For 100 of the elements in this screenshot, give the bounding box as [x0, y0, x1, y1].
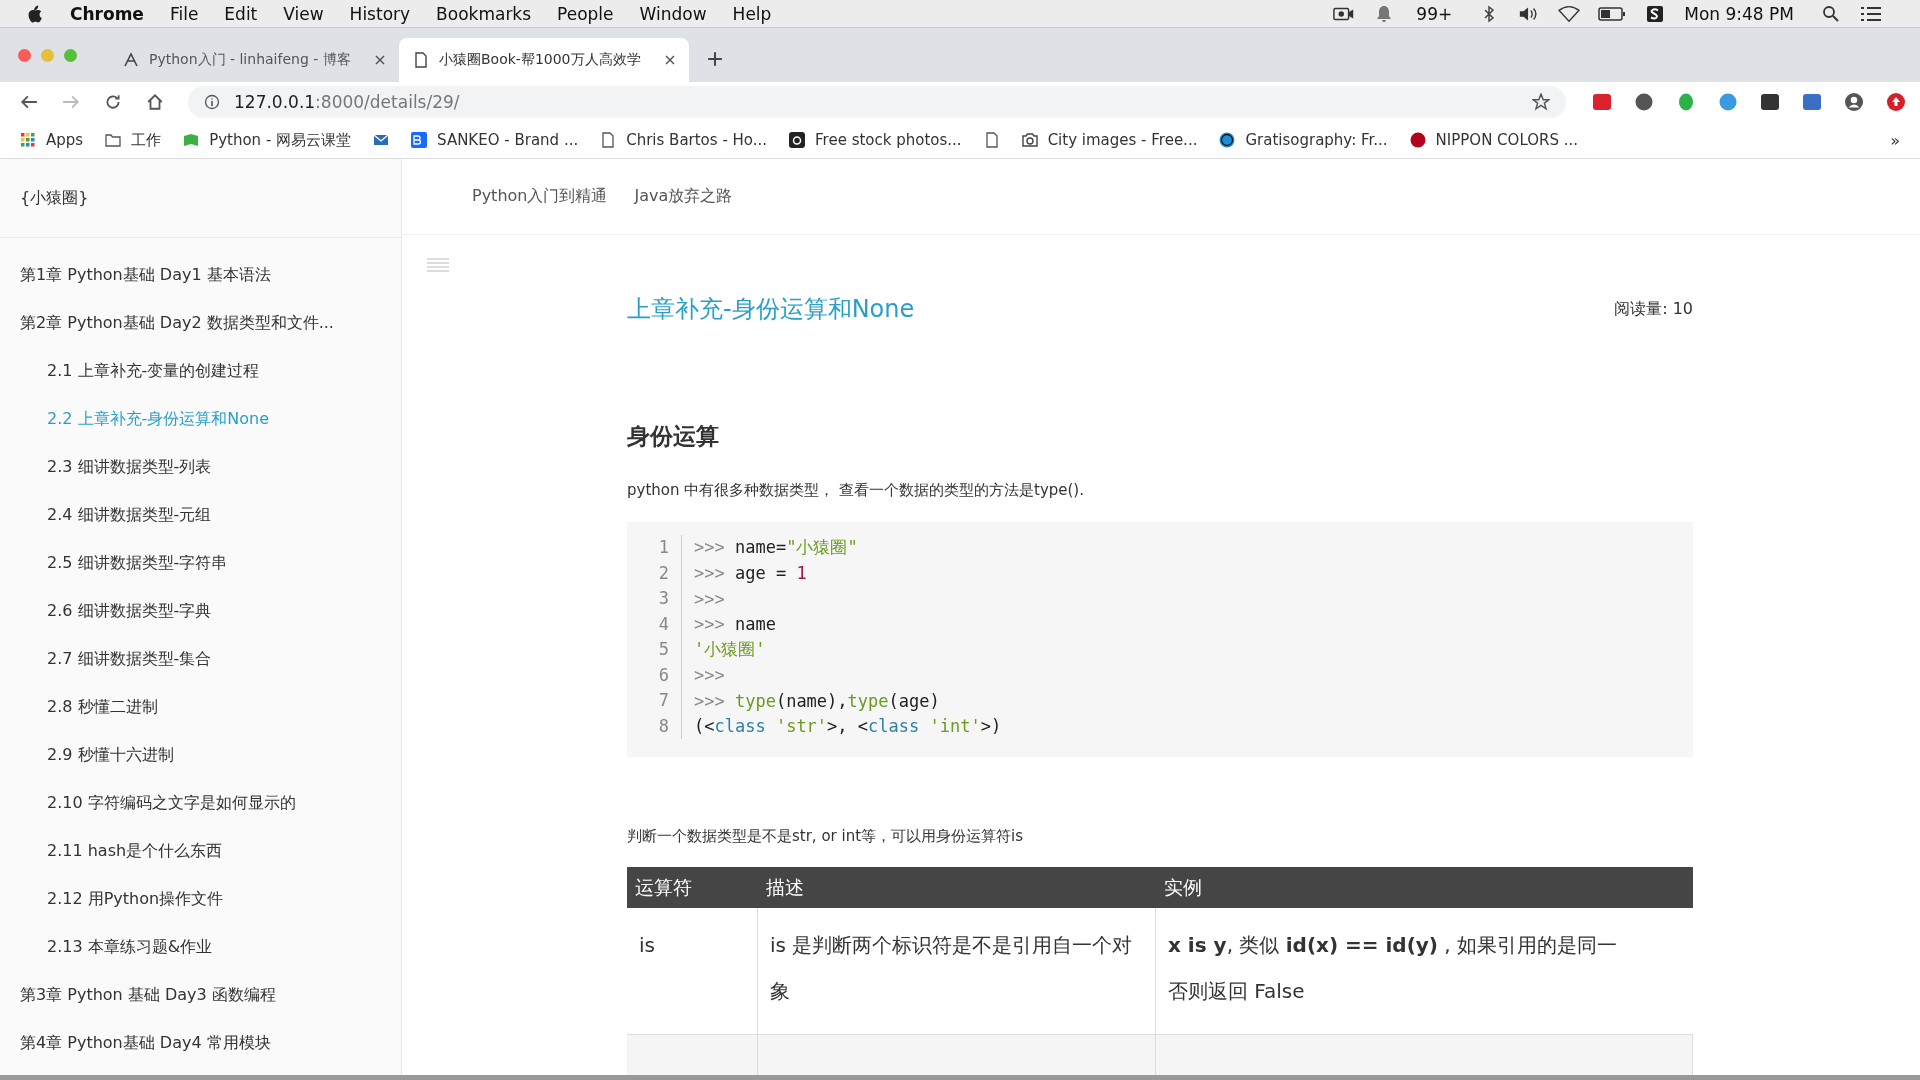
line-number: 2 — [645, 560, 682, 586]
new-tab-icon[interactable] — [707, 51, 723, 67]
star-icon[interactable] — [1532, 93, 1550, 111]
book-icon[interactable] — [183, 132, 200, 148]
menu-item[interactable]: Help — [732, 3, 772, 24]
chapter-link[interactable]: 第3章 Python 基础 Day3 函数编程 — [0, 971, 401, 1019]
section-link[interactable]: 2.8 秒懂二进制 — [0, 683, 401, 731]
line-number: 5 — [645, 637, 682, 663]
section-link[interactable]: 2.7 细讲数据类型-集合 — [0, 635, 401, 683]
section-link[interactable]: 2.6 细讲数据类型-字典 — [0, 587, 401, 635]
extension-icon[interactable] — [1634, 92, 1654, 112]
bookmark-item[interactable]: NIPPON COLORS ... — [1409, 131, 1579, 149]
page-icon[interactable] — [983, 132, 1000, 148]
notification-count: 99+ — [1416, 3, 1453, 24]
menu-item[interactable]: People — [557, 3, 614, 24]
bookmark-item[interactable]: Python - 网易云课堂 — [183, 130, 352, 150]
code-line: (<class 'str'>, <class 'int'>) — [693, 716, 1002, 737]
bookmark-item[interactable]: Free stock photos... — [789, 131, 962, 149]
site-logo[interactable]: {小猿圈} — [0, 159, 401, 238]
clock[interactable]: Mon 9:48 PM — [1684, 3, 1794, 24]
chapter-link[interactable]: 第2章 Python基础 Day2 数据类型和文件... — [0, 299, 401, 347]
apps-grid-icon[interactable] — [20, 132, 36, 148]
info-icon[interactable] — [204, 94, 220, 110]
bookmark-item[interactable]: SANKEO - Brand ... — [411, 131, 579, 149]
section-link[interactable]: 2.13 本章练习题&作业 — [0, 923, 401, 971]
article-title: 上章补充-身份运算和None — [627, 294, 915, 325]
home-icon[interactable] — [146, 93, 164, 111]
browser-tab[interactable]: 小猿圈Book-帮1000万人高效学 — [399, 38, 689, 82]
line-number: 6 — [645, 662, 682, 688]
address-bar[interactable]: 127.0.0.1:8000/details/29/ — [188, 86, 1566, 118]
line-number: 8 — [645, 713, 682, 739]
paragraph: 判断一个数据类型是不是str, or int等，可以用身份运算符is — [627, 827, 1025, 846]
menu-item[interactable]: Bookmarks — [436, 3, 532, 24]
section-link[interactable]: 2.3 细讲数据类型-列表 — [0, 443, 401, 491]
battery-icon[interactable] — [1598, 4, 1627, 23]
bookmark-item[interactable]: 工作 — [105, 130, 162, 150]
nav-link[interactable]: Python入门到精通 — [472, 186, 608, 207]
code-line: >>> name="小猿圈" — [693, 536, 858, 560]
page-icon[interactable] — [600, 132, 617, 148]
menu-item[interactable]: Edit — [224, 3, 258, 24]
list-icon[interactable] — [1860, 4, 1882, 23]
folder-icon[interactable] — [105, 132, 122, 148]
reload-icon[interactable] — [104, 93, 122, 111]
column-header: 实例 — [1163, 874, 1203, 900]
section-link[interactable]: 2.10 字符编码之文字是如何显示的 — [0, 779, 401, 827]
chapter-link[interactable]: 第4章 Python基础 Day4 常用模块 — [0, 1019, 401, 1067]
chapter-link[interactable]: 第1章 Python基础 Day1 基本语法 — [0, 251, 401, 299]
tab-title: 小猿圈Book-帮1000万人高效学 — [439, 51, 642, 69]
menu-item[interactable]: View — [283, 3, 324, 24]
table-cell-text: x is y, 类似 id(x) == id(y) , 如果引用的是同一 — [1168, 932, 1619, 959]
paragraph: python 中有很多种数据类型， 查看一个数据的类型的方法是type(). — [627, 481, 1085, 500]
column-header: 运算符 — [634, 874, 693, 900]
column-header: 描述 — [765, 874, 805, 900]
apple-logo-icon[interactable] — [26, 4, 42, 23]
section-link[interactable]: 2.5 细讲数据类型-字符串 — [0, 539, 401, 587]
circle-logo-icon[interactable] — [1219, 132, 1236, 148]
browser-tab[interactable]: Python入门 - linhaifeng - 博客 — [109, 38, 399, 82]
line-number: 1 — [645, 535, 682, 561]
code-line: '小猿圈' — [693, 638, 766, 662]
read-count: 阅读量: 10 — [1614, 298, 1693, 320]
bookmark-item[interactable]: Chris Bartos - Ho... — [600, 131, 768, 149]
extension-icon[interactable] — [1760, 92, 1780, 112]
nav-link[interactable]: Java放弃之路 — [634, 186, 733, 207]
line-number: 7 — [645, 688, 682, 714]
circle-logo-icon[interactable] — [1409, 132, 1426, 148]
section-link[interactable]: 2.11 hash是个什么东西 — [0, 827, 401, 875]
menu-item[interactable]: Window — [639, 3, 707, 24]
section-heading: 身份运算 — [627, 422, 720, 451]
line-number: 4 — [645, 611, 682, 637]
menu-item[interactable]: File — [169, 3, 199, 24]
wifi-icon[interactable] — [1558, 4, 1581, 23]
blog-icon — [123, 52, 139, 68]
tab-title: Python入门 - linhaifeng - 博客 — [149, 51, 352, 69]
back-arrow-icon[interactable] — [20, 93, 38, 111]
code-line: >>> age = 1 — [693, 563, 807, 584]
table-cell-text: 否则返回 False — [1168, 978, 1306, 1005]
profile-icon[interactable] — [1844, 92, 1864, 112]
upload-icon[interactable] — [1886, 92, 1906, 112]
camera-icon[interactable] — [1021, 132, 1038, 148]
section-link[interactable]: 2.9 秒懂十六进制 — [0, 731, 401, 779]
bookmark-item[interactable]: Gratisography: Fr... — [1219, 131, 1388, 149]
section-link[interactable]: 2.12 用Python操作文件 — [0, 875, 401, 923]
code-line: >>> — [693, 665, 725, 686]
bookmark-item[interactable]: Apps — [20, 131, 84, 149]
page-icon — [413, 52, 429, 68]
close-icon[interactable] — [375, 55, 385, 65]
code-line: >>> type(name),type(age) — [693, 690, 940, 711]
line-number: 3 — [645, 586, 682, 612]
url-text: 127.0.0.1:8000/details/29/ — [234, 92, 460, 112]
bookmark-item[interactable]: City images - Free... — [1021, 131, 1198, 149]
app-name-menu[interactable]: Chrome — [70, 3, 144, 24]
camera-icon[interactable] — [789, 132, 806, 148]
section-link[interactable]: 2.1 上章补充-变量的创建过程 — [0, 347, 401, 395]
code-line: >>> name — [693, 614, 776, 635]
letter-b-icon[interactable] — [411, 132, 428, 148]
menu-item[interactable]: History — [349, 3, 411, 24]
section-link[interactable]: 2.4 细讲数据类型-元组 — [0, 491, 401, 539]
more-bookmarks-button[interactable]: » — [1890, 130, 1900, 150]
close-icon[interactable] — [665, 55, 675, 65]
envelope-icon[interactable] — [373, 132, 390, 148]
